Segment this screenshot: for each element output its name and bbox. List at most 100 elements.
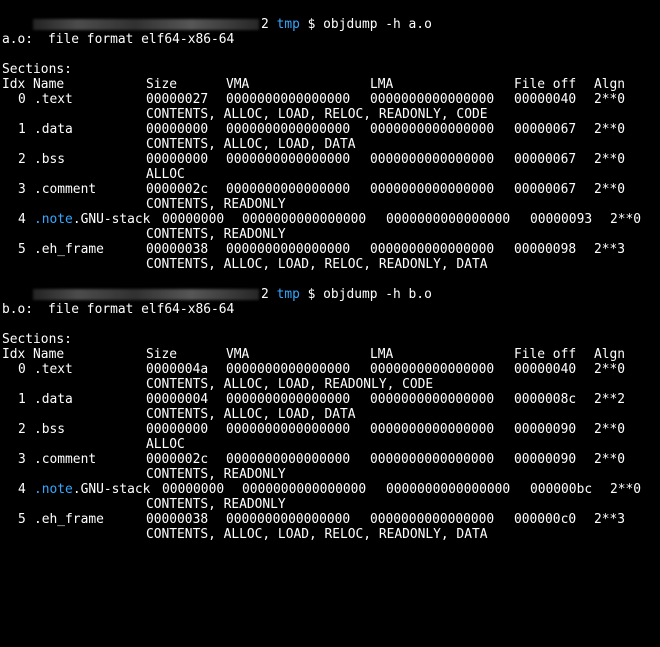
- section-flags: CONTENTS, READONLY: [146, 467, 286, 482]
- section-row: 4 .note.GNU-stack 00000000 0000000000000…: [2, 212, 658, 227]
- section-lma: 0000000000000000: [370, 122, 495, 137]
- section-flags: ALLOC: [146, 437, 185, 452]
- section-algn: 2**0: [594, 92, 626, 107]
- section-size: 00000000: [162, 482, 225, 497]
- section-idx: 0: [18, 362, 26, 377]
- section-file-off: 00000093: [530, 212, 593, 227]
- section-size: 00000000: [146, 152, 209, 167]
- file-format-line: b.o: file format elf64-x86-64: [2, 302, 658, 317]
- section-lma: 0000000000000000: [370, 512, 495, 527]
- section-algn: 2**0: [594, 122, 626, 137]
- section-size: 0000002c: [146, 452, 209, 467]
- section-vma: 0000000000000000: [242, 482, 367, 497]
- file-format: file format elf64-x86-64: [48, 302, 235, 317]
- section-algn: 2**3: [594, 512, 626, 527]
- header-size: Size: [146, 347, 178, 362]
- section-name-highlight: .note: [34, 212, 73, 227]
- section-lma: 0000000000000000: [370, 152, 495, 167]
- section-row: 4 .note.GNU-stack 00000000 0000000000000…: [2, 482, 658, 497]
- section-lma: 0000000000000000: [386, 482, 511, 497]
- section-name: .note.GNU-stack: [34, 212, 150, 227]
- section-vma: 0000000000000000: [226, 512, 351, 527]
- section-vma: 0000000000000000: [226, 152, 351, 167]
- section-flags: ALLOC: [146, 167, 185, 182]
- section-name-highlight: .note: [34, 482, 73, 497]
- section-name: .note.GNU-stack: [34, 482, 150, 497]
- header-file-off: File off: [514, 77, 577, 92]
- section-vma: 0000000000000000: [226, 392, 351, 407]
- section-vma: 0000000000000000: [226, 182, 351, 197]
- section-name: .eh_frame: [34, 242, 104, 257]
- file-format-line: a.o: file format elf64-x86-64: [2, 32, 658, 47]
- section-file-off: 0000008c: [514, 392, 577, 407]
- header-lma: LMA: [370, 347, 394, 362]
- header-vma: VMA: [226, 77, 250, 92]
- terminal-window[interactable]: 2 tmp $ objdump -h a.o a.o: file format …: [2, 2, 658, 542]
- section-algn: 2**0: [594, 152, 626, 167]
- section-flags: CONTENTS, ALLOC, LOAD, RELOC, READONLY, …: [146, 527, 488, 542]
- section-lma: 0000000000000000: [370, 92, 495, 107]
- section-row: 2 .bss 00000000 0000000000000000 0000000…: [2, 152, 658, 167]
- section-name: .text: [34, 362, 73, 377]
- header-algn: Algn: [594, 347, 626, 362]
- section-name: .data: [34, 392, 73, 407]
- column-header-row: Idx Name Size VMA LMA File off Algn: [2, 77, 658, 92]
- section-row: 0 .text 00000027 0000000000000000 000000…: [2, 92, 658, 107]
- section-row: 5 .eh_frame 00000038 0000000000000000 00…: [2, 242, 658, 257]
- section-algn: 2**0: [610, 482, 642, 497]
- section-file-off: 00000040: [514, 92, 577, 107]
- section-flags: CONTENTS, READONLY: [146, 197, 286, 212]
- section-vma: 0000000000000000: [226, 242, 351, 257]
- section-algn: 2**3: [594, 242, 626, 257]
- header-idx-name: Idx Name: [2, 347, 65, 362]
- section-lma: 0000000000000000: [386, 212, 511, 227]
- header-algn: Algn: [594, 77, 626, 92]
- section-size: 00000004: [146, 392, 209, 407]
- section-size: 00000038: [146, 242, 209, 257]
- section-file-off: 00000090: [514, 452, 577, 467]
- section-algn: 2**0: [594, 362, 626, 377]
- section-idx: 1: [18, 122, 26, 137]
- section-row: 3 .comment 0000002c 0000000000000000 000…: [2, 452, 658, 467]
- section-size: 00000027: [146, 92, 209, 107]
- file-label: a.o:: [2, 32, 34, 47]
- section-vma: 0000000000000000: [226, 452, 351, 467]
- section-row: 0 .text 0000004a 0000000000000000 000000…: [2, 362, 658, 377]
- section-row: 2 .bss 00000000 0000000000000000 0000000…: [2, 422, 658, 437]
- section-row: 1 .data 00000004 0000000000000000 000000…: [2, 392, 658, 407]
- section-algn: 2**2: [594, 392, 626, 407]
- section-lma: 0000000000000000: [370, 452, 495, 467]
- section-idx: 4: [18, 212, 26, 227]
- section-file-off: 00000040: [514, 362, 577, 377]
- section-flags: CONTENTS, READONLY: [146, 227, 286, 242]
- section-file-off: 00000090: [514, 422, 577, 437]
- column-header-row: Idx Name Size VMA LMA File off Algn: [2, 347, 658, 362]
- section-row: 1 .data 00000000 0000000000000000 000000…: [2, 122, 658, 137]
- section-size: 00000000: [162, 212, 225, 227]
- section-flags: CONTENTS, ALLOC, LOAD, DATA: [146, 137, 356, 152]
- section-name: .text: [34, 92, 73, 107]
- section-flags: CONTENTS, ALLOC, LOAD, RELOC, READONLY, …: [146, 107, 488, 122]
- section-flags: CONTENTS, ALLOC, LOAD, RELOC, READONLY, …: [146, 257, 488, 272]
- section-name: .comment: [34, 182, 97, 197]
- section-name: .data: [34, 122, 73, 137]
- section-file-off: 00000067: [514, 122, 577, 137]
- section-vma: 0000000000000000: [242, 212, 367, 227]
- header-vma: VMA: [226, 347, 250, 362]
- section-size: 0000002c: [146, 182, 209, 197]
- section-file-off: 000000bc: [530, 482, 593, 497]
- section-row: 5 .eh_frame 00000038 0000000000000000 00…: [2, 512, 658, 527]
- section-row: 3 .comment 0000002c 0000000000000000 000…: [2, 182, 658, 197]
- section-algn: 2**0: [594, 452, 626, 467]
- section-idx: 5: [18, 242, 26, 257]
- header-idx-name: Idx Name: [2, 77, 65, 92]
- prompt-line: 2 tmp $ objdump -h b.o: [2, 272, 658, 302]
- section-flags: CONTENTS, READONLY: [146, 497, 286, 512]
- section-name: .bss: [34, 422, 66, 437]
- file-format: file format elf64-x86-64: [48, 32, 235, 47]
- section-file-off: 000000c0: [514, 512, 577, 527]
- header-file-off: File off: [514, 347, 577, 362]
- section-vma: 0000000000000000: [226, 362, 351, 377]
- section-lma: 0000000000000000: [370, 422, 495, 437]
- section-size: 00000000: [146, 422, 209, 437]
